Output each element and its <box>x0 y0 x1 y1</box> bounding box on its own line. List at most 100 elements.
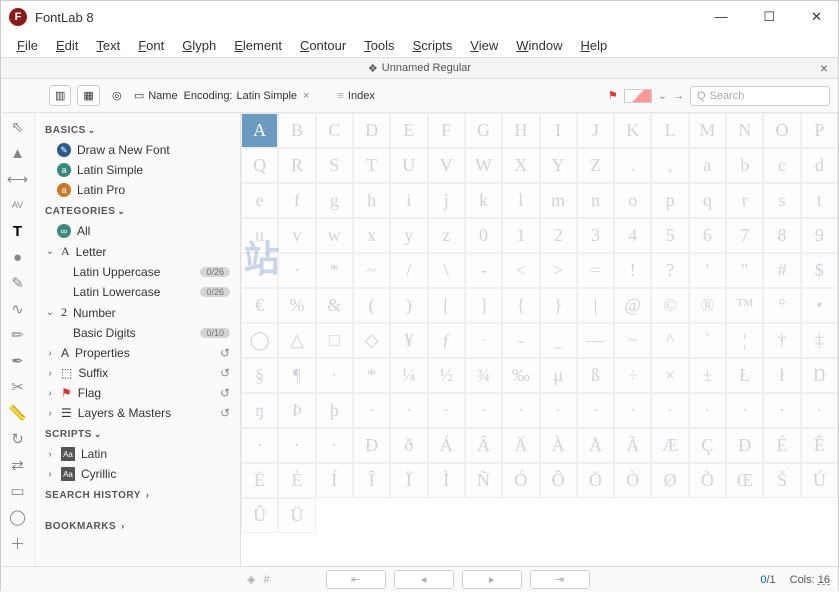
glyph-cell[interactable]: μ <box>540 358 577 393</box>
glyph-cell[interactable]: ) <box>390 288 427 323</box>
glyph-cell[interactable]: · <box>577 393 614 428</box>
glyph-cell[interactable]: w <box>316 218 353 253</box>
glyph-cell[interactable]: Ó <box>502 463 539 498</box>
av-tool-icon[interactable]: AV <box>9 197 27 213</box>
glyph-cell[interactable]: Á <box>428 428 465 463</box>
pager-first[interactable]: ⇤ <box>326 570 386 589</box>
glyph-cell[interactable]: 1 <box>502 218 539 253</box>
glyph-cell[interactable]: N <box>726 113 763 148</box>
glyph-cell[interactable]: = <box>577 253 614 288</box>
glyph-cell[interactable]: × <box>651 358 688 393</box>
glyph-cell[interactable]: ' <box>689 253 726 288</box>
glyph-cell[interactable]: T <box>353 148 390 183</box>
category-flag[interactable]: ›⚑Flag↺ <box>43 383 232 403</box>
glyph-cell[interactable]: E <box>390 113 427 148</box>
glyph-cell[interactable]: · <box>502 393 539 428</box>
glyph-cell[interactable]: } <box>540 288 577 323</box>
brush-tool-icon[interactable]: ✎ <box>9 275 27 291</box>
glyph-cell[interactable]: " <box>726 253 763 288</box>
blob-tool-icon[interactable]: ● <box>9 249 27 265</box>
subcategory-item[interactable]: Latin Lowercase0/26 <box>43 282 232 302</box>
glyph-cell[interactable]: ‰ <box>502 358 539 393</box>
glyph-cell[interactable]: < <box>502 253 539 288</box>
glyph-cell[interactable]: b <box>726 148 763 183</box>
glyph-cell[interactable]: 4 <box>614 218 651 253</box>
expand-icon[interactable]: › <box>45 408 55 419</box>
glyph-cell[interactable]: · <box>689 393 726 428</box>
category-number[interactable]: ⌄2Number <box>43 302 232 323</box>
glyph-cell[interactable]: h <box>353 183 390 218</box>
reset-icon[interactable]: ↺ <box>220 346 230 360</box>
glyph-cell[interactable]: . <box>614 148 651 183</box>
glyph-cell[interactable]: Ò <box>614 463 651 498</box>
glyph-cell[interactable]: € <box>241 288 278 323</box>
menu-element[interactable]: Element <box>226 36 290 55</box>
glyph-cell[interactable]: D <box>353 113 390 148</box>
glyph-cell[interactable]: U <box>390 148 427 183</box>
glyph-cell[interactable]: - <box>465 253 502 288</box>
pen-tool-icon[interactable]: ✒ <box>9 353 27 369</box>
glyph-cell[interactable]: / <box>390 253 427 288</box>
expand-icon[interactable]: ⌄ <box>45 246 55 257</box>
menu-file[interactable]: File <box>9 36 46 55</box>
glyph-cell[interactable]: · <box>614 393 651 428</box>
glyph-cell[interactable]: 3 <box>577 218 614 253</box>
spacing-tool-icon[interactable]: ⟷ <box>9 171 27 187</box>
glyph-cell[interactable]: Æ <box>651 428 688 463</box>
glyph-cell[interactable]: 9 <box>801 218 838 253</box>
glyph-cell[interactable]: # <box>763 253 800 288</box>
glyph-cell[interactable]: Z <box>577 148 614 183</box>
glyph-cell[interactable]: □ <box>316 323 353 358</box>
arrow-right-icon[interactable]: → <box>673 90 684 102</box>
glyph-cell[interactable]: Ã <box>614 428 651 463</box>
reset-icon[interactable]: ↺ <box>220 386 230 400</box>
glyph-cell[interactable]: . <box>241 253 278 288</box>
basics-item[interactable]: aLatin Pro <box>43 180 232 200</box>
glyph-cell[interactable]: * <box>316 253 353 288</box>
text-tool-icon[interactable]: T <box>9 223 27 239</box>
plus-tool-icon[interactable]: ＋ <box>9 535 27 551</box>
glyph-cell[interactable]: þ <box>316 393 353 428</box>
glyph-cell[interactable]: z <box>428 218 465 253</box>
glyph-cell[interactable]: ? <box>651 253 688 288</box>
glyph-cell[interactable]: i <box>390 183 427 218</box>
glyph-cell[interactable]: * <box>353 358 390 393</box>
glyph-cell[interactable]: ( <box>353 288 390 323</box>
glyph-cell[interactable]: H <box>502 113 539 148</box>
glyph-cell[interactable]: ¦ <box>726 323 763 358</box>
menu-view[interactable]: View <box>462 36 506 55</box>
glyph-cell[interactable]: Ê <box>801 428 838 463</box>
glyph-cell[interactable]: Ł <box>726 358 763 393</box>
glyph-cell[interactable]: Œ <box>726 463 763 498</box>
glyph-cell[interactable]: ◯ <box>241 323 278 358</box>
basics-item[interactable]: aLatin Simple <box>43 160 232 180</box>
glyph-cell[interactable]: ` <box>689 323 726 358</box>
menu-font[interactable]: Font <box>130 36 172 55</box>
glyph-cell[interactable]: f <box>278 183 315 218</box>
expand-icon[interactable]: › <box>45 368 55 379</box>
category-suffix[interactable]: ›⬚Suffix↺ <box>43 363 232 383</box>
glyph-cell[interactable]: G <box>465 113 502 148</box>
glyph-cell[interactable]: ‡ <box>801 323 838 358</box>
minimize-button[interactable]: — <box>706 5 735 29</box>
expand-icon[interactable]: ⌄ <box>45 307 55 318</box>
menu-edit[interactable]: Edit <box>48 36 86 55</box>
glyph-cell[interactable]: - <box>502 323 539 358</box>
glyph-cell[interactable]: Y <box>540 148 577 183</box>
glyph-cell[interactable]: † <box>763 323 800 358</box>
glyph-cell[interactable]: Õ <box>689 463 726 498</box>
glyph-cell[interactable]: q <box>689 183 726 218</box>
glyph-cell[interactable]: É <box>763 428 800 463</box>
menu-scripts[interactable]: Scripts <box>405 36 461 55</box>
glyph-cell[interactable]: | <box>577 288 614 323</box>
glyph-cell[interactable]: V <box>428 148 465 183</box>
glyph-cell[interactable]: S <box>316 148 353 183</box>
glyph-cell[interactable]: Ô <box>540 463 577 498</box>
glyph-cell[interactable]: Â <box>465 428 502 463</box>
glyph-cell[interactable]: 6 <box>689 218 726 253</box>
color-preview[interactable] <box>624 89 652 103</box>
glyph-cell[interactable]: ] <box>465 288 502 323</box>
cols-value[interactable]: 16 <box>818 574 830 586</box>
glyph-cell[interactable]: À <box>540 428 577 463</box>
categories-header[interactable]: CATEGORIES⌄ <box>43 200 232 221</box>
